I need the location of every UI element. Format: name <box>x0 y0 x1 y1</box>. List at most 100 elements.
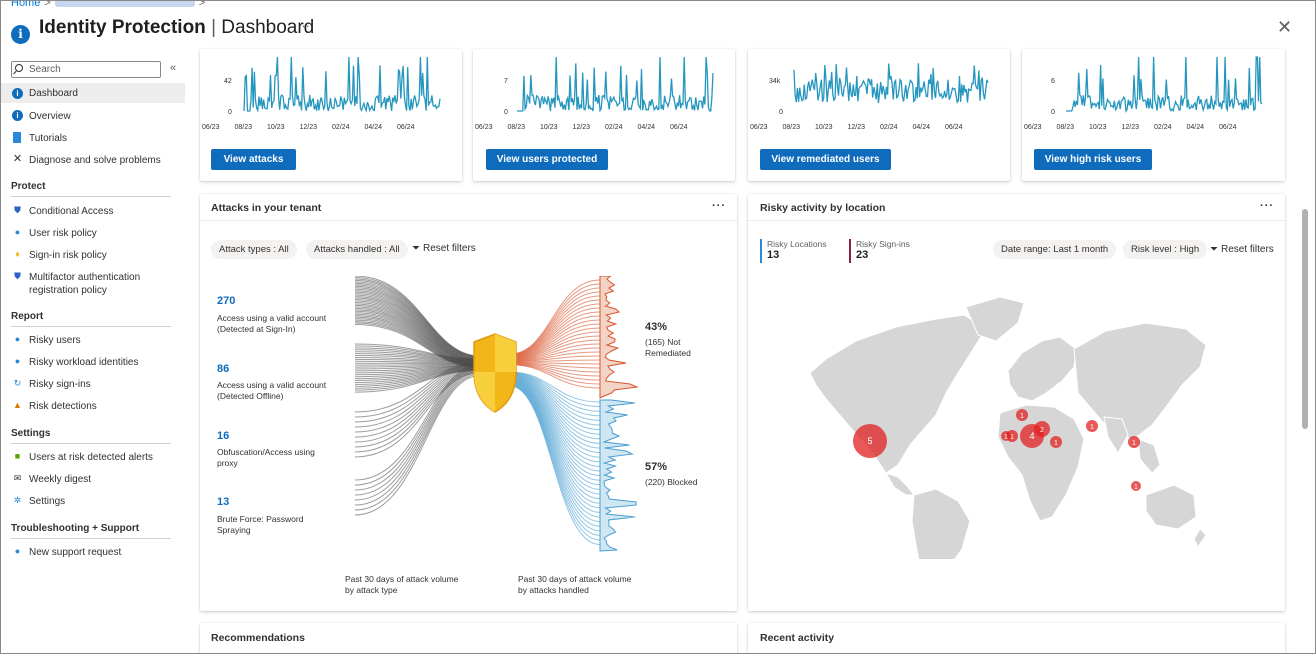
sparkline-series <box>1066 56 1263 114</box>
collapse-sidebar-icon[interactable]: « <box>170 62 176 74</box>
sidebar-item-overview[interactable]: i Overview <box>1 110 185 123</box>
breadcrumb: Home > > <box>11 1 209 9</box>
view-attacks-button[interactable]: View attacks <box>211 149 296 170</box>
sidebar-item-risky-workload[interactable]: ● Risky workload identities <box>1 356 185 369</box>
risk-marker-count: 4 <box>1029 431 1034 441</box>
sidebar-item-conditional-access[interactable]: ⛊ Conditional Access <box>1 205 185 218</box>
view-users-protected-button[interactable]: View users protected <box>486 149 608 170</box>
wrench-icon: ✕ <box>12 153 23 165</box>
footnote-by-attack-type: Past 30 days of attack volume by attack t… <box>345 574 459 595</box>
sidebar-item-users-at-risk-alerts[interactable]: ■ Users at risk detected alerts <box>1 451 185 464</box>
map-south-america <box>911 488 971 559</box>
risky-more-icon[interactable]: ··· <box>1260 200 1274 212</box>
x-tick-label: 06/23 <box>750 124 768 131</box>
sidebar-item-signin-risk-policy[interactable]: ♦ Sign-in risk policy <box>1 249 185 262</box>
filter-date-range[interactable]: Date range: Last 1 month <box>993 240 1117 259</box>
breadcrumb-home[interactable]: Home <box>11 1 40 9</box>
sidebar-item-new-support-request[interactable]: ● New support request <box>1 546 185 559</box>
warning-icon: ▲ <box>13 400 22 410</box>
app-window: Home > > i Identity Protection | Dashboard… <box>0 0 1316 654</box>
y-axis-min: 0 <box>228 109 232 116</box>
x-tick-label: 04/24 <box>637 124 656 131</box>
users-protected-card: 7 0 06/23 08/23 10/23 12/23 02/24 04/24 06/24 … <box>473 49 735 181</box>
section-report: Report <box>11 311 171 327</box>
attack-label-valid-offline: Access using a valid account (Detected Of… <box>217 380 327 401</box>
sidebar-item-diagnose[interactable]: ✕ Diagnose and solve problems <box>1 154 185 167</box>
view-high-risk-users-button[interactable]: View high risk users <box>1034 149 1152 170</box>
world-map: 511 4211111 <box>809 296 1206 559</box>
scrollbar-thumb[interactable] <box>1302 209 1308 429</box>
attack-label-obfuscation: Obfuscation/Access using proxy <box>217 447 315 468</box>
info-icon: i <box>12 88 23 99</box>
risky-card-title: Risky activity by location <box>760 202 886 214</box>
info-icon: i <box>11 25 30 44</box>
x-tick-label: 10/23 <box>815 124 833 131</box>
section-protect: Protect <box>11 181 171 197</box>
attacks-in-tenant-card: Attacks in your tenant ··· Attack types … <box>200 194 737 611</box>
legend-risky-signins: Risky Sign-ins 23 <box>849 239 910 263</box>
key-icon: ♦ <box>15 249 20 259</box>
breadcrumb-tenant-redacted[interactable] <box>54 1 195 8</box>
x-tick-label: 08/23 <box>782 124 801 131</box>
gear-icon: ✲ <box>13 495 22 505</box>
users-icon: ● <box>14 356 21 366</box>
users-icon: ● <box>14 334 21 344</box>
sidebar-item-risk-detections[interactable]: ▲ Risk detections <box>1 400 185 413</box>
sidebar-item-user-risk-policy[interactable]: ● User risk policy <box>1 227 185 240</box>
x-tick-label: 06/24 <box>670 124 688 131</box>
search-input[interactable]: Search <box>11 61 161 78</box>
attacks-more-icon[interactable]: ··· <box>712 200 726 212</box>
attack-count-obfuscation: 16 <box>217 430 230 442</box>
attack-flow-diagram <box>354 276 639 552</box>
x-tick-label: 08/23 <box>234 124 253 131</box>
info-icon: i <box>12 110 23 121</box>
sidebar-item-dashboard[interactable]: i Dashboard <box>1 83 185 103</box>
volume-ridge <box>599 276 639 399</box>
signin-icon: ↻ <box>13 378 22 388</box>
x-tick-label: 10/23 <box>1089 124 1107 131</box>
x-tick-label: 06/23 <box>1024 124 1042 131</box>
not-remediated-label: (165) Not Remediated <box>645 337 691 358</box>
divider <box>200 220 737 221</box>
filter-attack-types[interactable]: Attack types : All <box>211 240 297 259</box>
sidebar-item-settings[interactable]: ✲ Settings <box>1 495 185 508</box>
user-icon: ● <box>14 227 21 237</box>
view-remediated-users-button[interactable]: View remediated users <box>760 149 891 170</box>
footnote-by-attacks-handled: Past 30 days of attack volume by attacks … <box>518 574 632 595</box>
risk-marker-count: 1 <box>1020 413 1024 420</box>
y-axis-min: 0 <box>504 109 508 116</box>
risk-marker-count: 1 <box>1054 440 1058 447</box>
y-axis-max: 42 <box>224 78 232 85</box>
sidebar-item-tutorials[interactable]: Tutorials <box>1 132 185 145</box>
reset-filters-button[interactable]: ⏷ Reset filters <box>1210 244 1274 255</box>
recommendations-card: Recommendations <box>200 623 737 653</box>
close-icon[interactable]: ✕ <box>1277 17 1292 38</box>
volume-ridge <box>599 399 637 552</box>
sidebar-item-weekly-digest[interactable]: ✉ Weekly digest <box>1 473 185 486</box>
filter-risk-level[interactable]: Risk level : High <box>1123 240 1208 259</box>
blocked-percent: 57% <box>645 461 668 473</box>
more-options-icon[interactable]: ··· <box>297 18 310 33</box>
sidebar-item-risky-signins[interactable]: ↻ Risky sign-ins <box>1 378 185 391</box>
x-tick-label: 08/23 <box>1056 124 1075 131</box>
sparkline-series <box>517 56 714 113</box>
attack-volume-ridges <box>599 276 639 552</box>
x-tick-label: 12/23 <box>847 124 866 131</box>
reset-filters-button[interactable]: ⏷ Reset filters <box>412 243 476 254</box>
y-axis-max: 7 <box>504 78 508 85</box>
x-tick-label: 02/24 <box>880 124 898 131</box>
map-europe <box>1007 336 1077 402</box>
recommendations-title: Recommendations <box>211 632 305 644</box>
x-tick-label: 02/24 <box>332 124 350 131</box>
y-axis-max: 34k <box>769 78 781 85</box>
filter-attacks-handled[interactable]: Attacks handled : All <box>306 240 408 259</box>
filter-icon: ⏷ <box>1210 244 1218 255</box>
legend-swatch <box>849 239 851 263</box>
sidebar-item-risky-users[interactable]: ● Risky users <box>1 334 185 347</box>
x-tick-label: 06/23 <box>202 124 220 131</box>
page-title: Identity Protection | Dashboard <box>39 17 315 38</box>
sidebar-item-mfa-registration[interactable]: ⛊ Multifactor authentication registration … <box>1 271 185 297</box>
map-new-zealand <box>1193 528 1206 548</box>
x-tick-label: 02/24 <box>605 124 623 131</box>
x-tick-label: 06/24 <box>1219 124 1237 131</box>
